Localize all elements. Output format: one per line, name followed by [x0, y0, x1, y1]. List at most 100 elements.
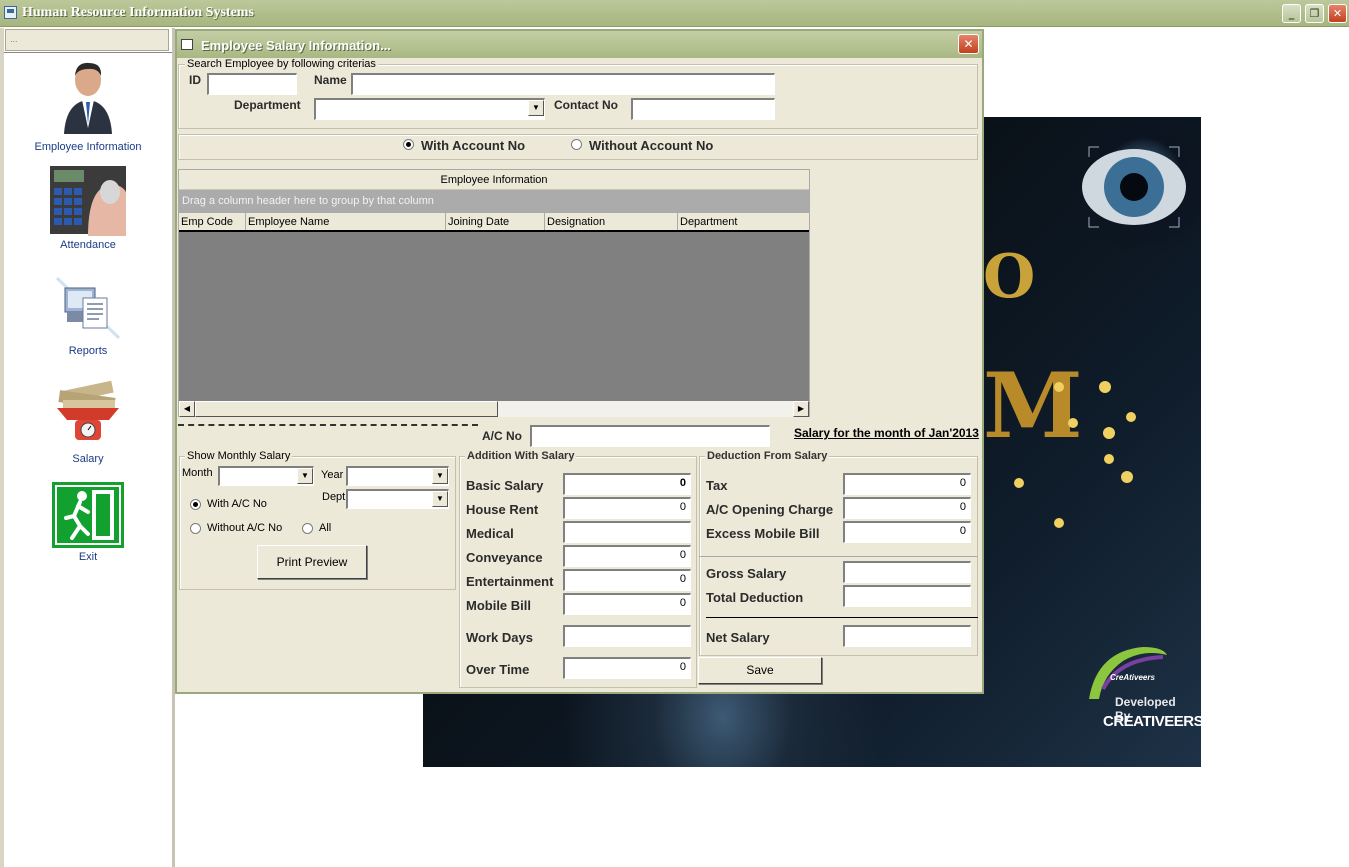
- tax-label: Tax: [706, 478, 728, 493]
- department-label: Department: [234, 98, 301, 112]
- grid-header-row: Emp Code Employee Name Joining Date Desi…: [179, 213, 809, 232]
- scroll-right-icon[interactable]: ▶: [793, 401, 809, 417]
- net-salary-divider: [706, 617, 978, 618]
- mobile-bill-label: Mobile Bill: [466, 598, 531, 613]
- over-time-input[interactable]: 0: [563, 657, 691, 679]
- scroll-left-icon[interactable]: ◀: [179, 401, 195, 417]
- name-label: Name: [314, 73, 347, 87]
- logo-company-text: CREATIVEERS: [1103, 713, 1204, 730]
- addition-legend: Addition With Salary: [465, 450, 577, 462]
- without-account-label: Without Account No: [589, 138, 714, 153]
- sidebar-item-label: Reports: [68, 345, 108, 357]
- close-button[interactable]: ✕: [1328, 4, 1347, 23]
- dept-label: Dept: [322, 491, 346, 503]
- with-account-radio[interactable]: [403, 139, 414, 150]
- house-rent-label: House Rent: [466, 502, 539, 517]
- department-select[interactable]: ▼: [314, 98, 545, 120]
- gross-salary-input[interactable]: [843, 561, 971, 583]
- main-title-bar: Human Resource Information Systems _ ❐ ✕: [0, 0, 1349, 27]
- net-salary-input[interactable]: [843, 625, 971, 647]
- basic-salary-input[interactable]: 0: [563, 473, 691, 495]
- grid-group-panel[interactable]: Drag a column header here to group by th…: [179, 190, 809, 213]
- grid-horizontal-scrollbar[interactable]: ◀ ▶: [179, 401, 809, 417]
- year-label: Year: [321, 469, 344, 481]
- save-button[interactable]: Save: [698, 657, 822, 684]
- sidebar-item-salary[interactable]: Salary: [4, 378, 172, 465]
- sidebar-item-employee-information[interactable]: Employee Information: [4, 58, 172, 153]
- all-radio[interactable]: [302, 523, 313, 534]
- column-header-designation[interactable]: Designation: [545, 213, 678, 230]
- eye-graphic: [1082, 146, 1186, 228]
- dashed-divider: [178, 424, 478, 426]
- entertainment-input[interactable]: 0: [563, 569, 691, 591]
- medical-label: Medical: [466, 526, 514, 541]
- conveyance-label: Conveyance: [466, 550, 543, 565]
- column-header-emp-code[interactable]: Emp Code: [179, 213, 246, 230]
- contact-no-input[interactable]: [631, 98, 775, 120]
- house-rent-input[interactable]: 0: [563, 497, 691, 519]
- dialog-window-icon: [181, 39, 193, 50]
- chevron-down-icon[interactable]: ▼: [432, 468, 448, 484]
- month-select[interactable]: ▼: [218, 466, 314, 486]
- sidebar-item-exit[interactable]: Exit: [4, 482, 172, 563]
- sidebar-item-label: Exit: [78, 551, 98, 563]
- dialog-close-button[interactable]: ✕: [958, 34, 979, 54]
- column-header-employee-name[interactable]: Employee Name: [246, 213, 446, 230]
- year-select[interactable]: ▼: [346, 466, 449, 486]
- column-header-joining-date[interactable]: Joining Date: [446, 213, 545, 230]
- sidebar-item-reports[interactable]: Reports: [4, 272, 172, 357]
- gross-salary-label: Gross Salary: [706, 566, 787, 581]
- search-criteria-legend: Search Employee by following criterias: [185, 58, 378, 70]
- sidebar-item-attendance[interactable]: Attendance: [4, 164, 172, 251]
- logo-swoosh-icon: [1089, 647, 1167, 699]
- contact-no-label: Contact No: [554, 98, 618, 112]
- chevron-down-icon[interactable]: ▼: [432, 491, 448, 507]
- with-ac-label: With A/C No: [207, 498, 267, 510]
- excess-mobile-bill-input[interactable]: 0: [843, 521, 971, 543]
- tax-input[interactable]: 0: [843, 473, 971, 495]
- logo-brand-text: CreAtiveers: [1110, 673, 1155, 682]
- ac-no-input[interactable]: [530, 425, 770, 447]
- dept-select[interactable]: ▼: [346, 489, 449, 509]
- ac-opening-charge-input[interactable]: 0: [843, 497, 971, 519]
- entertainment-label: Entertainment: [466, 574, 554, 589]
- employee-icon: [64, 62, 112, 134]
- chevron-down-icon[interactable]: ▼: [528, 100, 544, 116]
- mobile-bill-input[interactable]: 0: [563, 593, 691, 615]
- ac-opening-charge-label: A/C Opening Charge: [706, 502, 834, 517]
- without-ac-label: Without A/C No: [207, 522, 283, 534]
- minimize-button[interactable]: _: [1282, 4, 1301, 23]
- svg-text:O: O: [983, 242, 1035, 312]
- conveyance-input[interactable]: 0: [563, 545, 691, 567]
- without-account-radio[interactable]: [571, 139, 582, 150]
- basic-salary-label: Basic Salary: [466, 478, 544, 493]
- medical-input[interactable]: [563, 521, 691, 543]
- excess-mobile-bill-label: Excess Mobile Bill: [706, 526, 820, 541]
- id-input[interactable]: [207, 73, 297, 95]
- month-label: Month: [182, 467, 213, 479]
- salary-month-link[interactable]: Salary for the month of Jan'2013: [794, 426, 979, 440]
- dialog-title-bar[interactable]: Employee Salary Information... ✕: [177, 31, 982, 58]
- column-header-department[interactable]: Department: [678, 213, 809, 230]
- scroll-thumb[interactable]: [195, 401, 498, 417]
- total-deduction-label: Total Deduction: [706, 590, 804, 605]
- restore-button[interactable]: ❐: [1305, 4, 1324, 23]
- chevron-down-icon[interactable]: ▼: [297, 468, 313, 484]
- fingerprint-scanner-icon: [50, 166, 126, 236]
- money-scale-icon: [57, 380, 119, 440]
- without-ac-radio[interactable]: [190, 523, 201, 534]
- app-icon: [4, 6, 17, 19]
- sidebar-item-label: Salary: [72, 453, 104, 465]
- creativeers-logo: CreAtiveers Developed By CREATIVEERS: [1083, 641, 1204, 741]
- sidebar-divider: [4, 52, 172, 53]
- print-preview-button[interactable]: Print Preview: [257, 545, 367, 579]
- employee-grid[interactable]: Employee Information Drag a column heade…: [178, 169, 810, 417]
- sidebar-item-label: Employee Information: [34, 141, 142, 153]
- name-input[interactable]: [351, 73, 775, 95]
- total-deduction-input[interactable]: [843, 585, 971, 607]
- work-days-label: Work Days: [466, 630, 533, 645]
- deduction-legend: Deduction From Salary: [705, 450, 830, 462]
- svg-text:M: M: [983, 353, 1083, 459]
- work-days-input[interactable]: [563, 625, 691, 647]
- with-ac-radio[interactable]: [190, 499, 201, 510]
